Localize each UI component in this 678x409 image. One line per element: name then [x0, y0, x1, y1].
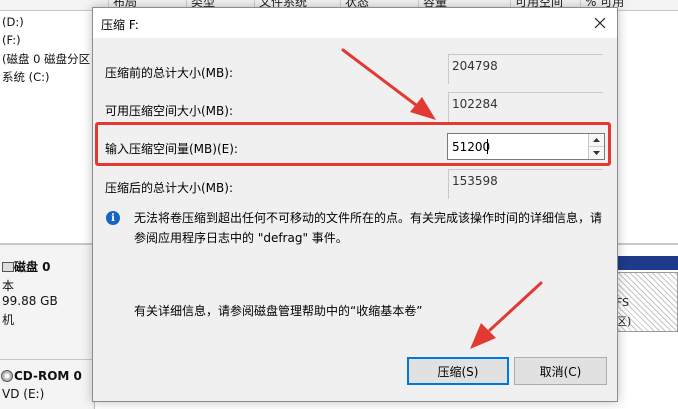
disk-list-panel: 磁盘 0 本 99.88 GB 机 CD-ROM 0 VD (E:): [0, 245, 95, 409]
available-shrink-value: 102284: [452, 97, 498, 111]
dialog-title: 压缩 F:: [101, 18, 139, 32]
volume-row-f[interactable]: (F:): [2, 33, 21, 47]
shrink-button[interactable]: 压缩(S): [407, 357, 509, 385]
size-before-value: 204798: [452, 59, 498, 73]
volume-row-c[interactable]: 系统 (C:): [2, 69, 50, 85]
volume-row-disk0-partition[interactable]: (磁盘 0 磁盘分区: [2, 51, 90, 67]
close-icon: [594, 17, 606, 29]
help-message: 有关详细信息，请参阅磁盘管理帮助中的“收缩基本卷”: [134, 304, 423, 318]
info-message: 无法将卷压缩到超出任何不可移动的文件所在的点。有关完成该操作时间的详细信息，请 …: [134, 208, 609, 248]
partition-label: 区): [616, 315, 632, 328]
shrink-dialog: 压缩 F: 压缩前的总计大小(MB): 204798 可用压缩空间大小(MB):…: [92, 7, 618, 402]
cancel-button[interactable]: 取消(C): [514, 357, 607, 385]
disk-0-name[interactable]: 磁盘 0: [14, 258, 51, 275]
partition-header-bar: [614, 256, 678, 270]
disk-0-size: 99.88 GB: [2, 294, 58, 308]
disk-separator: [0, 359, 94, 360]
info-icon: i: [106, 211, 120, 225]
cdrom-0-drive: VD (E:): [2, 387, 45, 401]
size-after-value: 153598: [452, 174, 498, 188]
dialog-titlebar[interactable]: 压缩 F:: [93, 8, 617, 38]
size-before-value-box: 204798: [448, 54, 603, 84]
cdrom-0-name[interactable]: CD-ROM 0: [14, 369, 82, 383]
close-button[interactable]: [583, 8, 617, 38]
available-shrink-value-box: 102284: [448, 92, 603, 122]
cdrom-icon: [1, 370, 13, 382]
disk-0-type: 本: [2, 279, 15, 293]
info-message-line-2: 参阅应用程序日志中的 "defrag" 事件。: [134, 231, 348, 245]
disk-0-status: 机: [2, 313, 15, 327]
available-shrink-label: 可用压缩空间大小(MB):: [105, 104, 233, 118]
info-message-line-1: 无法将卷压缩到超出任何不可移动的文件所在的点。有关完成该操作时间的详细信息，请: [134, 211, 603, 225]
volume-row-d[interactable]: (D:): [2, 15, 24, 29]
disk-icon: [2, 262, 14, 272]
size-after-value-box: 153598: [448, 169, 603, 199]
size-after-label: 压缩后的总计大小(MB):: [105, 181, 233, 195]
highlight-annotation-box: [95, 122, 611, 166]
size-before-label: 压缩前的总计大小(MB):: [105, 66, 233, 80]
